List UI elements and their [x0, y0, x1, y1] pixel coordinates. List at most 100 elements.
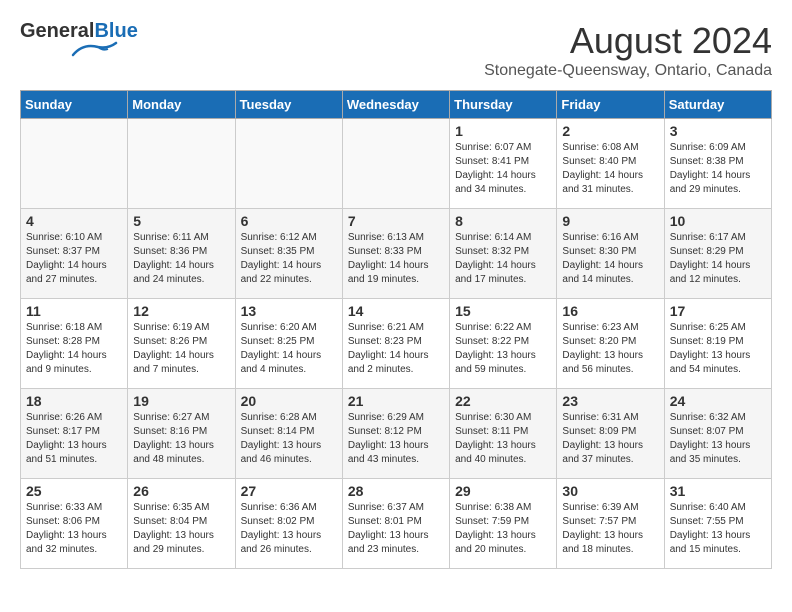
- day-number: 5: [133, 213, 229, 229]
- calendar-cell: 25 Sunrise: 6:33 AM Sunset: 8:06 PM Dayli…: [21, 479, 128, 569]
- day-number: 23: [562, 393, 658, 409]
- day-info: Sunrise: 6:20 AM Sunset: 8:25 PM Dayligh…: [241, 321, 337, 377]
- calendar-week-row: 1 Sunrise: 6:07 AM Sunset: 8:41 PM Daylig…: [21, 119, 772, 209]
- day-number: 8: [455, 213, 551, 229]
- day-info: Sunrise: 6:07 AM Sunset: 8:41 PM Dayligh…: [455, 141, 551, 197]
- day-info: Sunrise: 6:12 AM Sunset: 8:35 PM Dayligh…: [241, 231, 337, 287]
- calendar-week-row: 11 Sunrise: 6:18 AM Sunset: 8:28 PM Dayli…: [21, 299, 772, 389]
- day-info: Sunrise: 6:17 AM Sunset: 8:29 PM Dayligh…: [670, 231, 766, 287]
- calendar-cell: 20 Sunrise: 6:28 AM Sunset: 8:14 PM Dayli…: [235, 389, 342, 479]
- day-number: 17: [670, 303, 766, 319]
- calendar-cell: 28Sunrise: 6:37 AM Sunset: 8:01 PM Dayli…: [342, 479, 449, 569]
- calendar-cell: 17 Sunrise: 6:25 AM Sunset: 8:19 PM Dayli…: [664, 299, 771, 389]
- day-info: Sunrise: 6:29 AM Sunset: 8:12 PM Dayligh…: [348, 411, 444, 467]
- col-header-sunday: Sunday: [21, 91, 128, 119]
- calendar-week-row: 18Sunrise: 6:26 AM Sunset: 8:17 PM Dayli…: [21, 389, 772, 479]
- day-number: 31: [670, 483, 766, 499]
- page-header: GeneralBlue August 2024 Stonegate-Queens…: [20, 20, 772, 80]
- calendar-cell: 15 Sunrise: 6:22 AM Sunset: 8:22 PM Dayli…: [450, 299, 557, 389]
- day-info: Sunrise: 6:18 AM Sunset: 8:28 PM Dayligh…: [26, 321, 122, 377]
- day-info: Sunrise: 6:35 AM Sunset: 8:04 PM Dayligh…: [133, 501, 229, 557]
- calendar-cell: 14 Sunrise: 6:21 AM Sunset: 8:23 PM Dayli…: [342, 299, 449, 389]
- day-number: 26: [133, 483, 229, 499]
- day-info: Sunrise: 6:08 AM Sunset: 8:40 PM Dayligh…: [562, 141, 658, 197]
- day-number: 7: [348, 213, 444, 229]
- day-number: 20: [241, 393, 337, 409]
- calendar-cell: 3Sunrise: 6:09 AM Sunset: 8:38 PM Daylig…: [664, 119, 771, 209]
- day-info: Sunrise: 6:40 AM Sunset: 7:55 PM Dayligh…: [670, 501, 766, 557]
- day-info: Sunrise: 6:39 AM Sunset: 7:57 PM Dayligh…: [562, 501, 658, 557]
- day-number: 21: [348, 393, 444, 409]
- logo-general: General: [20, 20, 94, 42]
- day-info: Sunrise: 6:11 AM Sunset: 8:36 PM Dayligh…: [133, 231, 229, 287]
- col-header-tuesday: Tuesday: [235, 91, 342, 119]
- day-info: Sunrise: 6:22 AM Sunset: 8:22 PM Dayligh…: [455, 321, 551, 377]
- day-info: Sunrise: 6:19 AM Sunset: 8:26 PM Dayligh…: [133, 321, 229, 377]
- title-section: August 2024 Stonegate-Queensway, Ontario…: [484, 20, 772, 80]
- calendar-cell: 10 Sunrise: 6:17 AM Sunset: 8:29 PM Dayli…: [664, 209, 771, 299]
- day-info: Sunrise: 6:30 AM Sunset: 8:11 PM Dayligh…: [455, 411, 551, 467]
- calendar-cell: 9Sunrise: 6:16 AM Sunset: 8:30 PM Daylig…: [557, 209, 664, 299]
- day-info: Sunrise: 6:13 AM Sunset: 8:33 PM Dayligh…: [348, 231, 444, 287]
- calendar-cell: 31 Sunrise: 6:40 AM Sunset: 7:55 PM Dayli…: [664, 479, 771, 569]
- calendar-cell: 23 Sunrise: 6:31 AM Sunset: 8:09 PM Dayli…: [557, 389, 664, 479]
- col-header-wednesday: Wednesday: [342, 91, 449, 119]
- calendar-cell: 22 Sunrise: 6:30 AM Sunset: 8:11 PM Dayli…: [450, 389, 557, 479]
- col-header-thursday: Thursday: [450, 91, 557, 119]
- calendar-table: SundayMondayTuesdayWednesdayThursdayFrid…: [20, 90, 772, 569]
- calendar-week-row: 4Sunrise: 6:10 AM Sunset: 8:37 PM Daylig…: [21, 209, 772, 299]
- calendar-cell: 7 Sunrise: 6:13 AM Sunset: 8:33 PM Daylig…: [342, 209, 449, 299]
- day-number: 15: [455, 303, 551, 319]
- day-number: 24: [670, 393, 766, 409]
- day-info: Sunrise: 6:09 AM Sunset: 8:38 PM Dayligh…: [670, 141, 766, 197]
- day-number: 4: [26, 213, 122, 229]
- logo: GeneralBlue: [20, 20, 138, 64]
- day-number: 6: [241, 213, 337, 229]
- day-number: 18: [26, 393, 122, 409]
- col-header-friday: Friday: [557, 91, 664, 119]
- calendar-cell: 11 Sunrise: 6:18 AM Sunset: 8:28 PM Dayli…: [21, 299, 128, 389]
- calendar-cell: 13 Sunrise: 6:20 AM Sunset: 8:25 PM Dayli…: [235, 299, 342, 389]
- calendar-cell: 1 Sunrise: 6:07 AM Sunset: 8:41 PM Daylig…: [450, 119, 557, 209]
- calendar-cell: 29Sunrise: 6:38 AM Sunset: 7:59 PM Dayli…: [450, 479, 557, 569]
- day-number: 14: [348, 303, 444, 319]
- day-number: 19: [133, 393, 229, 409]
- day-number: 30: [562, 483, 658, 499]
- day-info: Sunrise: 6:32 AM Sunset: 8:07 PM Dayligh…: [670, 411, 766, 467]
- day-info: Sunrise: 6:23 AM Sunset: 8:20 PM Dayligh…: [562, 321, 658, 377]
- day-info: Sunrise: 6:27 AM Sunset: 8:16 PM Dayligh…: [133, 411, 229, 467]
- calendar-cell: 24 Sunrise: 6:32 AM Sunset: 8:07 PM Dayli…: [664, 389, 771, 479]
- col-header-saturday: Saturday: [664, 91, 771, 119]
- logo-text: GeneralBlue: [20, 20, 138, 43]
- day-info: Sunrise: 6:25 AM Sunset: 8:19 PM Dayligh…: [670, 321, 766, 377]
- day-number: 12: [133, 303, 229, 319]
- day-number: 10: [670, 213, 766, 229]
- day-info: Sunrise: 6:28 AM Sunset: 8:14 PM Dayligh…: [241, 411, 337, 467]
- day-info: Sunrise: 6:37 AM Sunset: 8:01 PM Dayligh…: [348, 501, 444, 557]
- calendar-week-row: 25 Sunrise: 6:33 AM Sunset: 8:06 PM Dayli…: [21, 479, 772, 569]
- day-number: 1: [455, 123, 551, 139]
- day-number: 22: [455, 393, 551, 409]
- calendar-cell: 8 Sunrise: 6:14 AM Sunset: 8:32 PM Daylig…: [450, 209, 557, 299]
- day-number: 9: [562, 213, 658, 229]
- day-info: Sunrise: 6:14 AM Sunset: 8:32 PM Dayligh…: [455, 231, 551, 287]
- calendar-cell: 6 Sunrise: 6:12 AM Sunset: 8:35 PM Daylig…: [235, 209, 342, 299]
- calendar-cell: [235, 119, 342, 209]
- day-info: Sunrise: 6:21 AM Sunset: 8:23 PM Dayligh…: [348, 321, 444, 377]
- day-number: 27: [241, 483, 337, 499]
- day-number: 25: [26, 483, 122, 499]
- logo-bird-icon: [68, 41, 118, 59]
- day-info: Sunrise: 6:31 AM Sunset: 8:09 PM Dayligh…: [562, 411, 658, 467]
- calendar-cell: 26 Sunrise: 6:35 AM Sunset: 8:04 PM Dayli…: [128, 479, 235, 569]
- day-info: Sunrise: 6:38 AM Sunset: 7:59 PM Dayligh…: [455, 501, 551, 557]
- calendar-cell: 5 Sunrise: 6:11 AM Sunset: 8:36 PM Daylig…: [128, 209, 235, 299]
- day-number: 11: [26, 303, 122, 319]
- calendar-cell: 27Sunrise: 6:36 AM Sunset: 8:02 PM Dayli…: [235, 479, 342, 569]
- calendar-cell: 30 Sunrise: 6:39 AM Sunset: 7:57 PM Dayli…: [557, 479, 664, 569]
- day-info: Sunrise: 6:33 AM Sunset: 8:06 PM Dayligh…: [26, 501, 122, 557]
- calendar-cell: 21 Sunrise: 6:29 AM Sunset: 8:12 PM Dayli…: [342, 389, 449, 479]
- calendar-cell: 19 Sunrise: 6:27 AM Sunset: 8:16 PM Dayli…: [128, 389, 235, 479]
- month-title: August 2024: [484, 20, 772, 62]
- calendar-cell: 4Sunrise: 6:10 AM Sunset: 8:37 PM Daylig…: [21, 209, 128, 299]
- day-number: 13: [241, 303, 337, 319]
